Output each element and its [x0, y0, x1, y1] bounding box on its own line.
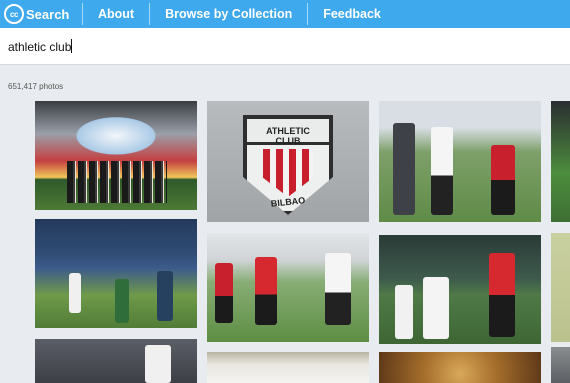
player-figure	[255, 257, 277, 325]
cropped-photo-right-3[interactable]	[551, 347, 570, 383]
youth-football-photo[interactable]	[35, 219, 197, 328]
player-figure	[423, 277, 449, 339]
nav-feedback[interactable]: Feedback	[308, 7, 396, 21]
crest-club-name: ATHLETIC CLUB	[266, 126, 310, 146]
cropped-photo-right-1[interactable]	[551, 101, 570, 222]
search-input[interactable]	[0, 28, 570, 65]
cropped-photo-right-2[interactable]	[551, 233, 570, 342]
result-count: 651,417 photos	[8, 82, 64, 91]
bottom-photo-2[interactable]	[207, 352, 369, 383]
player-figure	[491, 145, 515, 215]
player-figure	[489, 253, 515, 337]
top-nav-bar: cc Search About Browse by Collection Fee…	[0, 0, 570, 28]
creative-commons-icon: cc	[4, 4, 24, 24]
player-figure	[157, 271, 173, 321]
match-action-photo-1[interactable]	[207, 233, 369, 342]
player-figure	[215, 263, 233, 323]
referee-match-photo[interactable]	[379, 101, 541, 222]
referee-figure	[393, 123, 415, 215]
player-figure	[69, 273, 81, 313]
logo-text: Search	[26, 6, 70, 22]
crowd-photo[interactable]	[35, 339, 197, 383]
player-figure	[145, 345, 171, 383]
stadium-group-photo[interactable]	[35, 101, 197, 210]
nav-about[interactable]: About	[83, 7, 149, 21]
athletic-club-crest-photo[interactable]: ATHLETIC CLUB BILBAO	[207, 101, 369, 222]
bottom-photo-3[interactable]	[379, 352, 541, 383]
search-bar	[0, 28, 570, 65]
group-of-people	[67, 161, 167, 203]
player-figure	[325, 253, 351, 325]
player-figure	[431, 127, 453, 215]
player-figure	[395, 285, 413, 339]
cc-search-logo[interactable]: cc Search	[0, 0, 82, 28]
player-figure	[115, 279, 129, 323]
text-caret	[71, 39, 72, 53]
match-action-photo-2[interactable]	[379, 235, 541, 344]
nav-browse-by-collection[interactable]: Browse by Collection	[150, 7, 307, 21]
